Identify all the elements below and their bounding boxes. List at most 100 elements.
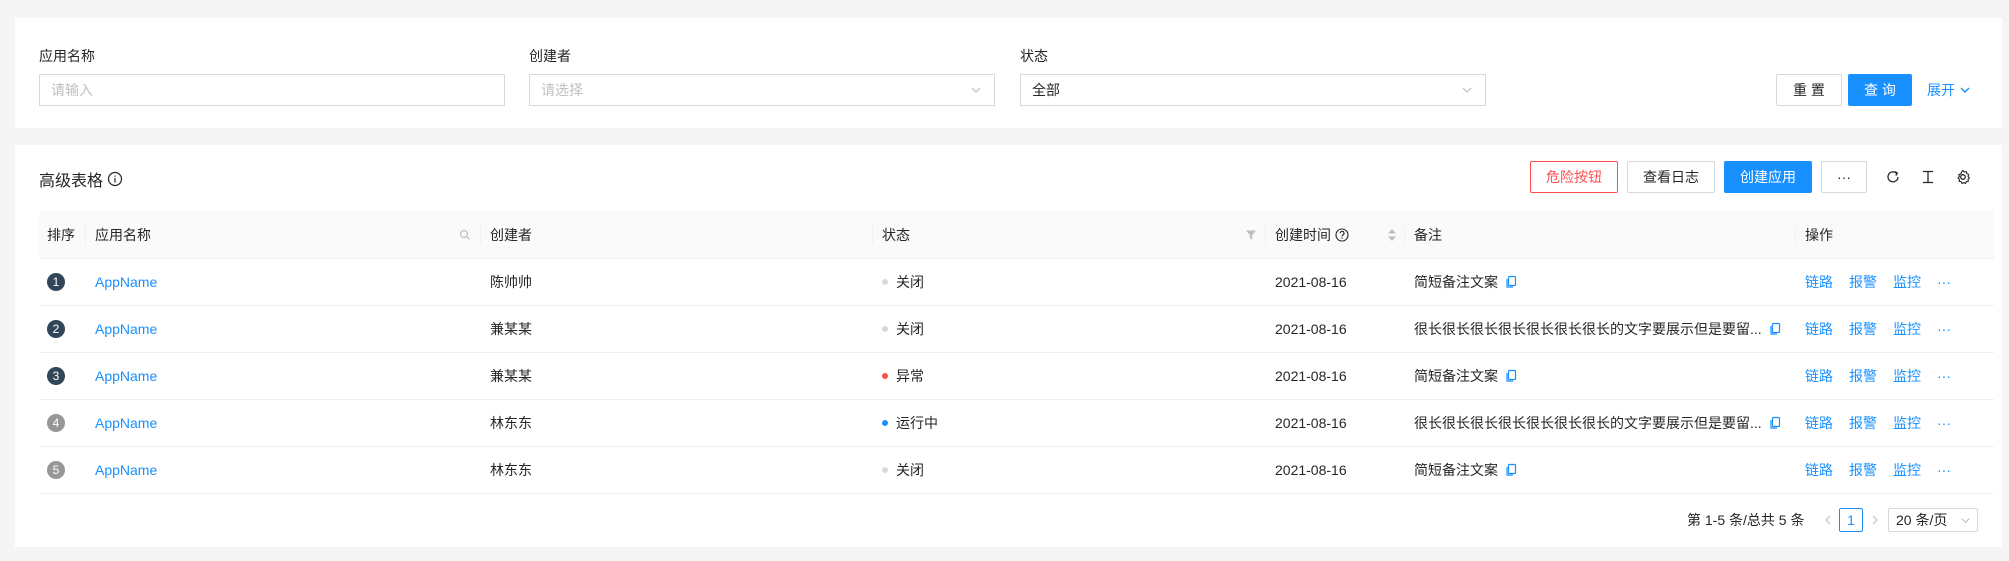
copy-icon[interactable] xyxy=(1504,369,1518,383)
row-action-1[interactable]: 报警 xyxy=(1849,460,1877,480)
creator-cell: 兼某某 xyxy=(490,321,532,337)
row-action-0[interactable]: 链路 xyxy=(1805,319,1833,339)
more-button[interactable]: ··· xyxy=(1821,161,1867,193)
remark-cell: 简短备注文案 xyxy=(1414,353,1518,399)
row-action-1[interactable]: 报警 xyxy=(1849,366,1877,386)
query-button[interactable]: 查 询 xyxy=(1848,74,1912,106)
rank-badge: 4 xyxy=(47,414,65,432)
app-name-link[interactable]: AppName xyxy=(95,415,157,431)
rank-badge: 5 xyxy=(47,461,65,479)
row-more-action[interactable]: ··· xyxy=(1937,415,1951,431)
filter-icon[interactable] xyxy=(1245,229,1257,241)
pagination-summary: 第 1-5 条/总共 5 条 xyxy=(1687,512,1805,528)
danger-button[interactable]: 危险按钮 xyxy=(1530,161,1618,193)
creator-label: 创建者 xyxy=(529,48,571,64)
create-app-button[interactable]: 创建应用 xyxy=(1724,161,1812,193)
created-at-cell: 2021-08-16 xyxy=(1275,368,1347,384)
col-rank: 排序 xyxy=(47,227,75,243)
status-dot xyxy=(882,279,888,285)
copy-icon[interactable] xyxy=(1504,463,1518,477)
status-cell: 运行中 xyxy=(882,400,938,446)
sort-icon[interactable] xyxy=(1387,228,1397,242)
status-text: 关闭 xyxy=(896,274,924,290)
row-action-2[interactable]: 监控 xyxy=(1893,272,1921,292)
table-row: 2 AppName 兼某某 关闭 2021-08-16 很长很长很长很长很长很长很长的文字… xyxy=(39,306,1994,353)
app-name-link[interactable]: AppName xyxy=(95,462,157,478)
copy-icon[interactable] xyxy=(1768,322,1782,336)
copy-icon[interactable] xyxy=(1504,275,1518,289)
app-name-link[interactable]: AppName xyxy=(95,321,157,337)
chevron-down-icon xyxy=(1462,87,1472,93)
chevron-left-icon[interactable] xyxy=(1822,514,1834,526)
col-remark: 备注 xyxy=(1414,227,1442,243)
density-icon[interactable] xyxy=(1918,167,1938,187)
row-action-0[interactable]: 链路 xyxy=(1805,272,1833,292)
actions-cell: 链路 报警 监控 ··· xyxy=(1805,400,1967,446)
row-action-0[interactable]: 链路 xyxy=(1805,366,1833,386)
status-dot xyxy=(882,467,888,473)
chevron-right-icon[interactable] xyxy=(1869,514,1881,526)
row-action-1[interactable]: 报警 xyxy=(1849,413,1877,433)
row-action-2[interactable]: 监控 xyxy=(1893,460,1921,480)
actions-cell: 链路 报警 监控 ··· xyxy=(1805,447,1967,493)
status-cell: 关闭 xyxy=(882,447,924,493)
row-more-action[interactable]: ··· xyxy=(1937,274,1951,290)
search-icon[interactable] xyxy=(459,229,471,241)
status-dot xyxy=(882,326,888,332)
col-created-at: 创建时间 xyxy=(1275,211,1349,259)
row-action-0[interactable]: 链路 xyxy=(1805,413,1833,433)
info-icon[interactable] xyxy=(107,171,123,187)
created-at-cell: 2021-08-16 xyxy=(1275,462,1347,478)
row-more-action[interactable]: ··· xyxy=(1937,368,1951,384)
page-size-select[interactable]: 20 条/页 xyxy=(1888,508,1978,532)
creator-select[interactable]: 请选择 xyxy=(529,74,995,106)
row-action-2[interactable]: 监控 xyxy=(1893,413,1921,433)
row-more-action[interactable]: ··· xyxy=(1937,462,1951,478)
table-title: 高级表格 xyxy=(39,167,123,191)
creator-cell: 兼某某 xyxy=(490,368,532,384)
status-cell: 关闭 xyxy=(882,259,924,305)
status-label: 状态 xyxy=(1020,48,1048,64)
table-row: 1 AppName 陈帅帅 关闭 2021-08-16 简短备注文案 链路 报警 监控 ··· xyxy=(39,259,1994,306)
table-card: 高级表格 危险按钮 查看日志 创建应用 ··· 排序 应用名称 创建者 状态 创… xyxy=(15,145,2002,547)
pagination-page-1[interactable]: 1 xyxy=(1839,508,1863,532)
remark-text: 简短备注文案 xyxy=(1414,274,1498,290)
row-action-0[interactable]: 链路 xyxy=(1805,460,1833,480)
view-log-button[interactable]: 查看日志 xyxy=(1627,161,1715,193)
status-select[interactable]: 全部 xyxy=(1020,74,1486,106)
app-name-link[interactable]: AppName xyxy=(95,274,157,290)
actions-cell: 链路 报警 监控 ··· xyxy=(1805,353,1967,399)
table-row: 3 AppName 兼某某 异常 2021-08-16 简短备注文案 链路 报警 监控 ··· xyxy=(39,353,1994,400)
search-panel: 应用名称 请输入 创建者 请选择 状态 全部 重 置 查 询 展开 xyxy=(15,18,2002,128)
row-action-2[interactable]: 监控 xyxy=(1893,366,1921,386)
row-action-1[interactable]: 报警 xyxy=(1849,319,1877,339)
expand-toggle[interactable]: 展开 xyxy=(1927,74,1971,106)
status-text: 异常 xyxy=(896,368,924,384)
status-text: 关闭 xyxy=(896,462,924,478)
page-size-value: 20 条/页 xyxy=(1896,512,1948,528)
remark-text: 很长很长很长很长很长很长很长的文字要展示但是要留... xyxy=(1414,415,1762,431)
reset-button[interactable]: 重 置 xyxy=(1776,74,1842,106)
settings-icon[interactable] xyxy=(1953,167,1973,187)
question-icon[interactable] xyxy=(1335,228,1349,242)
row-more-action[interactable]: ··· xyxy=(1937,321,1951,337)
status-cell: 异常 xyxy=(882,353,924,399)
reload-icon[interactable] xyxy=(1883,167,1903,187)
remark-cell: 很长很长很长很长很长很长很长的文字要展示但是要留... xyxy=(1414,306,1782,352)
app-name-input[interactable]: 请输入 xyxy=(39,74,505,106)
col-status: 状态 xyxy=(882,227,910,243)
copy-icon[interactable] xyxy=(1768,416,1782,430)
rank-badge: 1 xyxy=(47,273,65,291)
row-action-1[interactable]: 报警 xyxy=(1849,272,1877,292)
remark-cell: 简短备注文案 xyxy=(1414,447,1518,493)
created-at-cell: 2021-08-16 xyxy=(1275,321,1347,337)
row-action-2[interactable]: 监控 xyxy=(1893,319,1921,339)
col-created-at-label: 创建时间 xyxy=(1275,227,1331,243)
actions-cell: 链路 报警 监控 ··· xyxy=(1805,306,1967,352)
table-title-text: 高级表格 xyxy=(39,173,104,190)
chevron-down-icon xyxy=(971,87,981,93)
remark-cell: 简短备注文案 xyxy=(1414,259,1518,305)
rank-badge: 2 xyxy=(47,320,65,338)
app-name-link[interactable]: AppName xyxy=(95,368,157,384)
chevron-down-icon xyxy=(1960,87,1970,93)
